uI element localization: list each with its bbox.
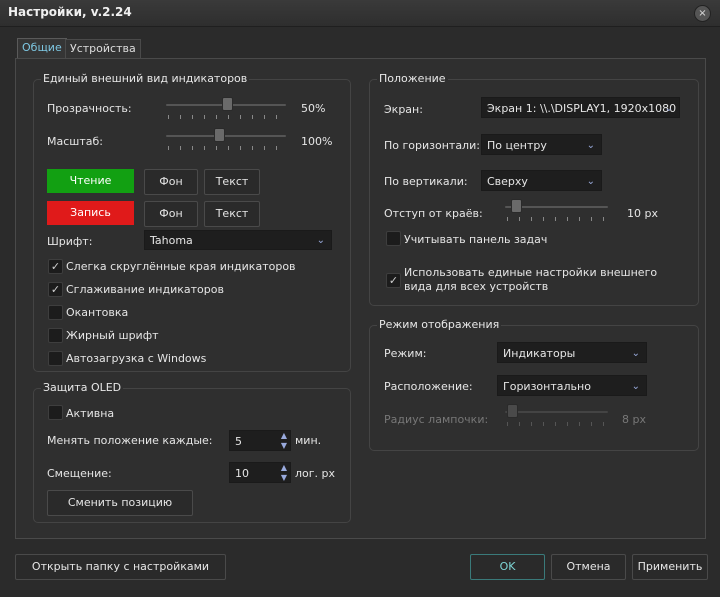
- apply-button[interactable]: Применить: [632, 554, 708, 580]
- appearance-group-title: Единый внешний вид индикаторов: [41, 72, 250, 85]
- ok-button[interactable]: OK: [470, 554, 545, 580]
- oled-active-checkbox[interactable]: [48, 405, 63, 420]
- display-mode-group-title: Режим отображения: [377, 318, 502, 331]
- oled-offset-spinner[interactable]: 10 ▲ ▼: [229, 462, 291, 483]
- outline-checkbox[interactable]: [48, 305, 63, 320]
- read-background-button[interactable]: Фон: [144, 169, 198, 195]
- chevron-down-icon: ⌄: [631, 381, 640, 392]
- horizontal-label: По горизонтали:: [384, 139, 480, 152]
- close-icon: ×: [698, 8, 707, 19]
- oled-offset-label: Смещение:: [47, 467, 112, 480]
- oled-offset-value: 10: [235, 467, 249, 480]
- opacity-slider-ticks: [168, 115, 286, 119]
- screen-select[interactable]: Экран 1: \\.\DISPLAY1, 1920x1080 ⌄: [481, 97, 680, 118]
- unified-settings-checkbox[interactable]: ✓: [386, 273, 401, 288]
- write-text-button[interactable]: Текст: [204, 201, 260, 227]
- layout-label: Расположение:: [384, 380, 473, 393]
- mode-select[interactable]: Индикаторы ⌄: [497, 342, 647, 363]
- opacity-slider-thumb[interactable]: [222, 97, 233, 111]
- mode-select-value: Индикаторы: [503, 347, 576, 360]
- bulb-radius-value: 8 px: [622, 413, 646, 426]
- bulb-radius-slider-thumb[interactable]: [507, 404, 518, 418]
- screen-label: Экран:: [384, 103, 423, 116]
- close-button[interactable]: ×: [694, 5, 711, 22]
- tab-devices[interactable]: Устройства: [65, 39, 141, 58]
- open-settings-folder-button[interactable]: Открыть папку с настройками: [15, 554, 226, 580]
- spin-arrows-icon[interactable]: ▲ ▼: [281, 463, 287, 483]
- font-label: Шрифт:: [47, 235, 93, 248]
- bulb-radius-label: Радиус лампочки:: [384, 413, 489, 426]
- scale-slider-thumb[interactable]: [214, 128, 225, 142]
- oled-active-label: Активна: [66, 407, 115, 420]
- horizontal-select[interactable]: По центру ⌄: [481, 134, 602, 155]
- margin-value: 10 px: [627, 207, 658, 220]
- oled-group-title: Защита OLED: [41, 381, 124, 394]
- chevron-down-icon: ⌄: [631, 348, 640, 359]
- margin-slider-ticks: [507, 217, 608, 221]
- bulb-radius-slider-track[interactable]: [505, 411, 608, 413]
- tab-general[interactable]: Общие: [17, 38, 67, 59]
- checkmark-icon: ✓: [388, 274, 399, 287]
- oled-interval-label: Менять положение каждые:: [47, 434, 213, 447]
- unified-settings-label-line1: Использовать единые настройки внешнего: [404, 266, 658, 279]
- checkmark-icon: ✓: [50, 283, 61, 296]
- font-select[interactable]: Tahoma ⌄: [144, 230, 332, 250]
- read-text-button[interactable]: Текст: [204, 169, 260, 195]
- oled-offset-unit: лог. px: [295, 467, 336, 480]
- window-title: Настройки, v.2.24: [8, 5, 132, 19]
- autostart-checkbox[interactable]: [48, 351, 63, 366]
- vertical-select[interactable]: Сверху ⌄: [481, 170, 602, 191]
- rounded-corners-checkbox[interactable]: ✓: [48, 259, 63, 274]
- checkmark-icon: ✓: [50, 260, 61, 273]
- rounded-corners-label: Слегка скруглённые края индикаторов: [66, 260, 296, 273]
- taskbar-checkbox[interactable]: [386, 231, 401, 246]
- oled-interval-unit: мин.: [295, 434, 322, 447]
- scale-label: Масштаб:: [47, 135, 103, 148]
- title-bar: Настройки, v.2.24 ×: [0, 0, 720, 27]
- chevron-down-icon: ⌄: [664, 103, 673, 114]
- cancel-button[interactable]: Отмена: [551, 554, 626, 580]
- vertical-select-value: Сверху: [487, 175, 528, 188]
- horizontal-select-value: По центру: [487, 139, 547, 152]
- write-background-button[interactable]: Фон: [144, 201, 198, 227]
- position-group-title: Положение: [377, 72, 448, 85]
- taskbar-label: Учитывать панель задач: [404, 233, 548, 246]
- scale-slider-track[interactable]: [166, 135, 286, 137]
- write-color-swatch[interactable]: Запись: [47, 201, 134, 225]
- opacity-label: Прозрачность:: [47, 102, 132, 115]
- layout-select[interactable]: Горизонтально ⌄: [497, 375, 647, 396]
- font-select-value: Tahoma: [150, 234, 193, 247]
- vertical-label: По вертикали:: [384, 175, 468, 188]
- oled-interval-value: 5: [235, 435, 242, 448]
- antialiasing-checkbox[interactable]: ✓: [48, 282, 63, 297]
- screen-select-value: Экран 1: \\.\DISPLAY1, 1920x1080: [487, 102, 677, 115]
- margin-label: Отступ от краёв:: [384, 207, 483, 220]
- bulb-radius-slider-ticks: [507, 422, 608, 426]
- read-color-swatch[interactable]: Чтение: [47, 169, 134, 193]
- mode-label: Режим:: [384, 347, 427, 360]
- chevron-down-icon: ⌄: [316, 235, 325, 246]
- layout-select-value: Горизонтально: [503, 380, 591, 393]
- margin-slider-thumb[interactable]: [511, 199, 522, 213]
- antialiasing-label: Сглаживание индикаторов: [66, 283, 224, 296]
- opacity-value: 50%: [301, 102, 326, 115]
- change-position-button[interactable]: Сменить позицию: [47, 490, 193, 516]
- bold-font-checkbox[interactable]: [48, 328, 63, 343]
- scale-value: 100%: [301, 135, 333, 148]
- chevron-down-icon: ⌄: [586, 176, 595, 187]
- bold-font-label: Жирный шрифт: [66, 329, 159, 342]
- outline-label: Окантовка: [66, 306, 129, 319]
- spin-arrows-icon[interactable]: ▲ ▼: [281, 431, 287, 451]
- chevron-down-icon: ⌄: [586, 140, 595, 151]
- oled-interval-spinner[interactable]: 5 ▲ ▼: [229, 430, 291, 451]
- scale-slider-ticks: [168, 146, 286, 150]
- unified-settings-label-line2: вида для всех устройств: [404, 280, 549, 293]
- autostart-label: Автозагрузка с Windows: [66, 352, 207, 365]
